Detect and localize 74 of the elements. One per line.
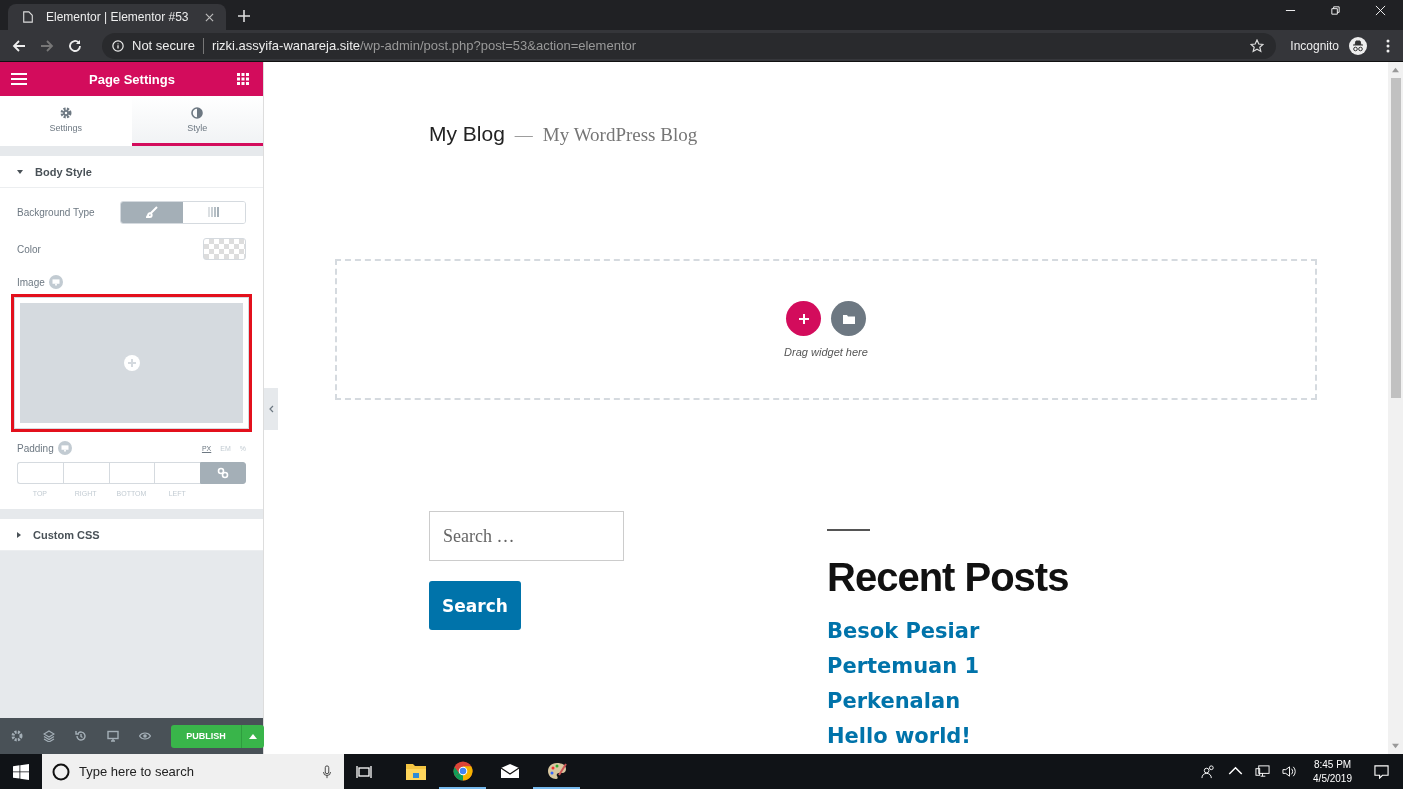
incognito-icon[interactable] — [1349, 36, 1367, 55]
contrast-icon — [191, 106, 204, 119]
monitor-icon[interactable] — [107, 730, 119, 742]
history-icon[interactable] — [75, 730, 87, 742]
restore-icon[interactable] — [1330, 4, 1341, 16]
reload-icon[interactable] — [68, 38, 82, 53]
padding-field[interactable] — [17, 462, 63, 484]
plus-icon — [797, 312, 810, 325]
layers-icon[interactable] — [43, 730, 55, 742]
site-title[interactable]: My Blog — [429, 122, 505, 146]
speaker-icon[interactable] — [1282, 764, 1298, 779]
publish-options-button[interactable] — [241, 724, 264, 748]
separator-dash: — — [514, 125, 533, 146]
color-swatch[interactable] — [203, 238, 246, 260]
post-link[interactable]: Besok Pesiar — [827, 614, 980, 649]
folder-icon — [842, 312, 855, 325]
link-toggle[interactable] — [200, 462, 246, 484]
network-icon[interactable] — [1255, 764, 1271, 779]
windows-start-icon[interactable] — [13, 763, 29, 780]
collapse-handle[interactable] — [264, 388, 278, 430]
link-icon — [217, 467, 230, 479]
control-label: Padding — [17, 442, 54, 454]
microphone-icon — [320, 764, 334, 779]
gear-icon — [59, 106, 72, 119]
padding-field[interactable] — [62, 462, 109, 484]
gradient-icon — [208, 206, 220, 218]
search-button[interactable]: Search — [429, 581, 521, 630]
profile-label: Incognito — [1290, 38, 1339, 53]
people-icon[interactable] — [1201, 764, 1217, 779]
security-label: Not secure — [132, 38, 195, 53]
taskbar-search-field[interactable]: Type here to search — [42, 754, 344, 789]
page-icon — [22, 11, 34, 23]
clock[interactable]: 8:45 PM 4/5/2019 — [1313, 757, 1352, 786]
eye-icon[interactable] — [139, 730, 151, 742]
section-header[interactable]: Custom CSS — [0, 519, 263, 551]
control-label: Color — [17, 243, 41, 255]
padding-field[interactable] — [108, 462, 155, 484]
forward-icon[interactable] — [40, 38, 54, 53]
browser-tab[interactable]: Elementor | Elementor #53 — [8, 4, 226, 30]
add-section-button[interactable] — [786, 301, 821, 336]
gear-icon[interactable] — [11, 730, 23, 742]
menu-icon[interactable] — [11, 71, 27, 87]
cortana-icon — [52, 762, 70, 781]
palette-icon — [546, 760, 567, 781]
brush-icon — [146, 206, 158, 218]
post-link[interactable]: Pertemuan 1 — [827, 649, 980, 684]
panel-title: Page Settings — [89, 71, 175, 87]
url-text: rizki.assyifa-wanareja.site/wp-admin/post.php?post=53&action=elementor — [211, 38, 637, 53]
tab-title: Elementor | Elementor #53 — [46, 10, 190, 24]
star-icon[interactable] — [1250, 38, 1265, 53]
widget-heading: Recent Posts — [827, 555, 1069, 600]
panel-tab[interactable]: Settings — [0, 96, 132, 146]
control-label: Background Type — [17, 206, 95, 218]
template-button[interactable] — [831, 301, 866, 336]
back-icon[interactable] — [12, 38, 26, 53]
drop-hint: Drag widget here — [784, 346, 868, 358]
section-header[interactable]: Body Style — [0, 156, 263, 188]
grid-icon[interactable] — [237, 73, 249, 85]
info-icon — [112, 39, 124, 52]
close-icon[interactable] — [205, 12, 214, 22]
chrome-icon — [452, 760, 473, 781]
control-label: Image — [17, 276, 45, 288]
site-tagline: My WordPress Blog — [542, 124, 698, 146]
address-field[interactable]: Not secure rizki.assyifa-wanareja.site/wp-admin/post.php?post=53&action=elementor — [102, 32, 1277, 59]
post-link[interactable]: Perkenalan — [827, 684, 961, 719]
post-link[interactable]: Hello world! — [827, 719, 971, 754]
publish-button[interactable]: PUBLISH — [171, 724, 241, 748]
notification-icon[interactable] — [1374, 764, 1389, 779]
chevron-icon — [267, 405, 275, 413]
search-field[interactable]: Search … — [429, 511, 624, 561]
plus-icon — [123, 355, 140, 371]
task-view-icon[interactable] — [356, 763, 372, 780]
caret-icon — [249, 733, 257, 739]
new-tab-icon[interactable] — [238, 10, 250, 22]
